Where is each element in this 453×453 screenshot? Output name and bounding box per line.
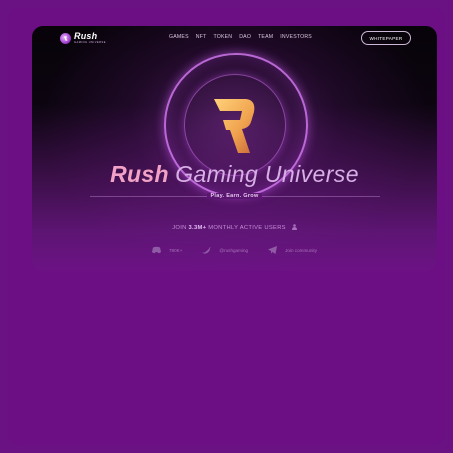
rush-logo-icon	[60, 32, 71, 44]
user-icon	[291, 224, 297, 230]
join-suffix: MONTHLY ACTIVE USERS	[208, 225, 286, 231]
logo-name: Rush	[74, 31, 98, 41]
twitter-label: @rushgaming	[219, 247, 249, 253]
hero-tagline-wrap: Play. Earn. Grow	[32, 193, 437, 199]
social-links: 780K+ @rushgaming Join community	[32, 246, 437, 254]
discord-icon	[151, 246, 161, 254]
twitter-icon	[202, 247, 212, 254]
hero-title-brand: Rush	[110, 161, 169, 187]
twitter-link[interactable]: @rushgaming	[202, 246, 248, 254]
menu-item-investors[interactable]: INVESTORS	[280, 34, 312, 40]
menu-item-team[interactable]: TEAM	[258, 34, 273, 40]
discord-link[interactable]: 780K+	[151, 246, 183, 254]
telegram-label: Join community	[285, 247, 317, 253]
hero-title: Rush Gaming Universe	[32, 163, 437, 186]
join-prefix: JOIN	[172, 225, 187, 231]
telegram-icon	[268, 246, 278, 254]
join-count: 3.3M+	[188, 225, 207, 231]
rush-emblem-icon	[214, 99, 255, 153]
menu-item-games[interactable]: GAMES	[169, 34, 189, 40]
rush-logo[interactable]: Rush GAMING UNIVERSE	[60, 32, 106, 45]
menu-item-dao[interactable]: DAO	[239, 34, 251, 40]
menu-item-token[interactable]: TOKEN	[213, 34, 232, 40]
page-frame: Rush GAMING UNIVERSE GAMES NFT TOKEN DAO…	[8, 8, 445, 445]
telegram-link[interactable]: Join community	[268, 246, 317, 254]
discord-label: 780K+	[168, 247, 183, 253]
whitepaper-button[interactable]: WHITEPAPER	[361, 31, 411, 45]
hero-title-rest: Gaming Universe	[175, 161, 359, 187]
top-nav: Rush GAMING UNIVERSE GAMES NFT TOKEN DAO…	[32, 26, 437, 52]
hero-card: Rush GAMING UNIVERSE GAMES NFT TOKEN DAO…	[32, 26, 437, 271]
join-stat: JOIN 3.3M+ MONTHLY ACTIVE USERS	[32, 224, 437, 231]
main-menu: GAMES NFT TOKEN DAO TEAM INVESTORS	[169, 34, 312, 40]
logo-subtitle: GAMING UNIVERSE	[74, 41, 107, 44]
hero-tagline: Play. Earn. Grow	[207, 193, 262, 199]
menu-item-nft[interactable]: NFT	[196, 34, 207, 40]
